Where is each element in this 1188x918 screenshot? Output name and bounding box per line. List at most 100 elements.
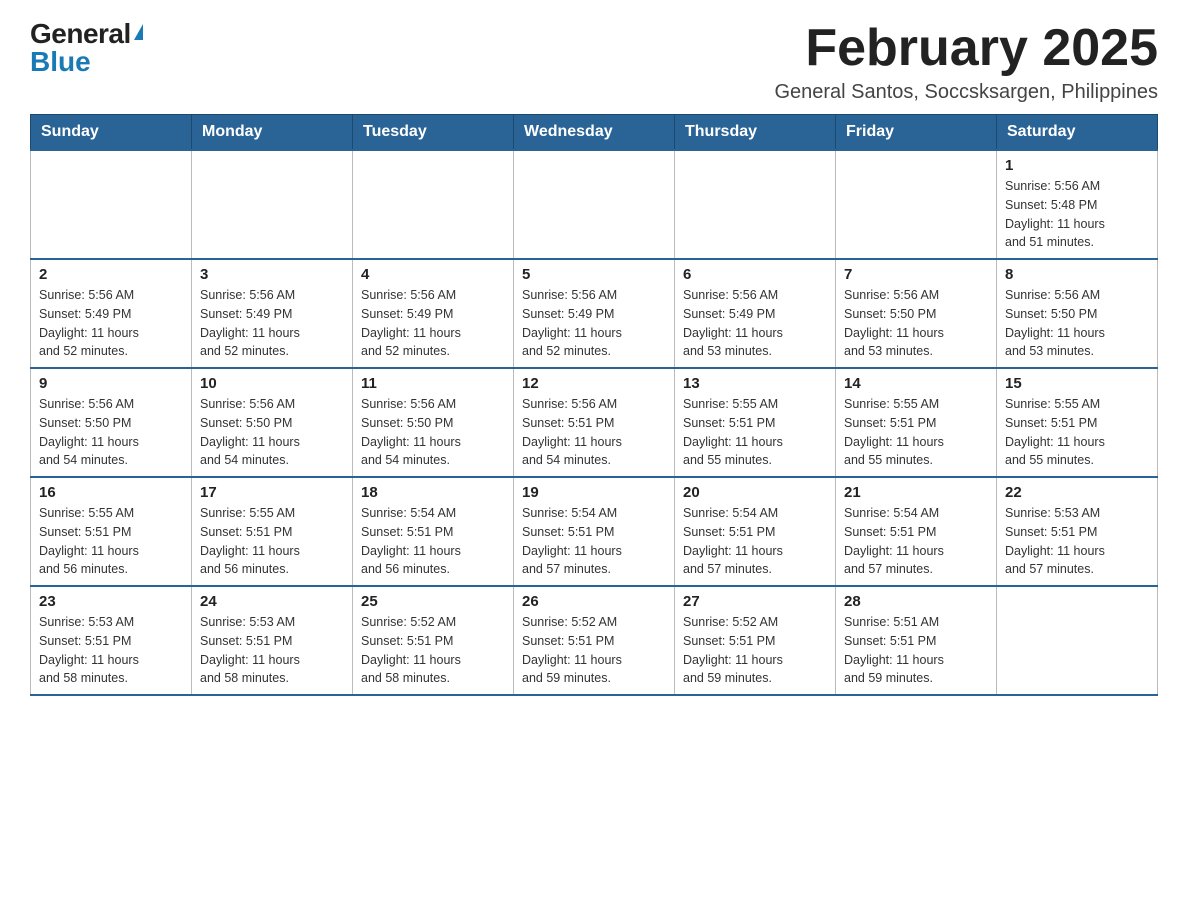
day-number: 20 bbox=[683, 484, 827, 501]
day-info: Sunrise: 5:55 AMSunset: 5:51 PMDaylight:… bbox=[844, 395, 988, 470]
calendar-cell: 12 Sunrise: 5:56 AMSunset: 5:51 PMDayligh… bbox=[514, 368, 675, 477]
day-info: Sunrise: 5:53 AMSunset: 5:51 PMDaylight:… bbox=[1005, 504, 1149, 579]
day-number: 14 bbox=[844, 375, 988, 392]
location-subtitle: General Santos, Soccsksargen, Philippine… bbox=[774, 81, 1158, 104]
day-info: Sunrise: 5:56 AMSunset: 5:50 PMDaylight:… bbox=[1005, 286, 1149, 361]
calendar-cell: 21 Sunrise: 5:54 AMSunset: 5:51 PMDayligh… bbox=[836, 477, 997, 586]
day-number: 23 bbox=[39, 593, 183, 610]
calendar-cell: 26Sunrise: 5:52 AMSunset: 5:51 PMDayligh… bbox=[514, 586, 675, 695]
calendar-header-tuesday: Tuesday bbox=[353, 115, 514, 151]
day-info: Sunrise: 5:52 AMSunset: 5:51 PMDaylight:… bbox=[683, 613, 827, 688]
day-number: 28 bbox=[844, 593, 988, 610]
logo-blue: Blue bbox=[30, 48, 91, 76]
calendar-cell: 11 Sunrise: 5:56 AMSunset: 5:50 PMDayligh… bbox=[353, 368, 514, 477]
day-number: 9 bbox=[39, 375, 183, 392]
calendar-header-friday: Friday bbox=[836, 115, 997, 151]
title-block: February 2025 General Santos, Soccsksarg… bbox=[774, 20, 1158, 104]
day-number: 5 bbox=[522, 266, 666, 283]
day-info: Sunrise: 5:54 AMSunset: 5:51 PMDaylight:… bbox=[683, 504, 827, 579]
calendar-cell: 4 Sunrise: 5:56 AMSunset: 5:49 PMDaylight… bbox=[353, 259, 514, 368]
day-number: 11 bbox=[361, 375, 505, 392]
calendar-week-row: 23 Sunrise: 5:53 AMSunset: 5:51 PMDayligh… bbox=[31, 586, 1158, 695]
day-info: Sunrise: 5:54 AMSunset: 5:51 PMDaylight:… bbox=[361, 504, 505, 579]
calendar-cell: 20 Sunrise: 5:54 AMSunset: 5:51 PMDayligh… bbox=[675, 477, 836, 586]
page-header: General Blue February 2025 General Santo… bbox=[30, 20, 1158, 104]
day-number: 1 bbox=[1005, 157, 1149, 174]
calendar-cell: 27 Sunrise: 5:52 AMSunset: 5:51 PMDayligh… bbox=[675, 586, 836, 695]
day-info: Sunrise: 5:54 AMSunset: 5:51 PMDaylight:… bbox=[522, 504, 666, 579]
calendar-header-sunday: Sunday bbox=[31, 115, 192, 151]
day-number: 6 bbox=[683, 266, 827, 283]
calendar-header-row: SundayMondayTuesdayWednesdayThursdayFrid… bbox=[31, 115, 1158, 151]
day-number: 4 bbox=[361, 266, 505, 283]
day-info: Sunrise: 5:56 AMSunset: 5:49 PMDaylight:… bbox=[522, 286, 666, 361]
day-number: 3 bbox=[200, 266, 344, 283]
day-number: 27 bbox=[683, 593, 827, 610]
calendar-cell: 7Sunrise: 5:56 AMSunset: 5:50 PMDaylight… bbox=[836, 259, 997, 368]
calendar-cell: 10Sunrise: 5:56 AMSunset: 5:50 PMDayligh… bbox=[192, 368, 353, 477]
calendar-cell: 3 Sunrise: 5:56 AMSunset: 5:49 PMDaylight… bbox=[192, 259, 353, 368]
day-info: Sunrise: 5:55 AMSunset: 5:51 PMDaylight:… bbox=[683, 395, 827, 470]
calendar-cell: 9 Sunrise: 5:56 AMSunset: 5:50 PMDaylight… bbox=[31, 368, 192, 477]
day-info: Sunrise: 5:56 AMSunset: 5:51 PMDaylight:… bbox=[522, 395, 666, 470]
day-info: Sunrise: 5:56 AMSunset: 5:48 PMDaylight:… bbox=[1005, 177, 1149, 252]
calendar-cell: 5 Sunrise: 5:56 AMSunset: 5:49 PMDaylight… bbox=[514, 259, 675, 368]
calendar-header-saturday: Saturday bbox=[997, 115, 1158, 151]
day-number: 7 bbox=[844, 266, 988, 283]
calendar-header-wednesday: Wednesday bbox=[514, 115, 675, 151]
day-info: Sunrise: 5:56 AMSunset: 5:50 PMDaylight:… bbox=[39, 395, 183, 470]
logo-general: General bbox=[30, 20, 131, 48]
day-info: Sunrise: 5:56 AMSunset: 5:49 PMDaylight:… bbox=[683, 286, 827, 361]
day-info: Sunrise: 5:55 AMSunset: 5:51 PMDaylight:… bbox=[39, 504, 183, 579]
calendar-cell: 17 Sunrise: 5:55 AMSunset: 5:51 PMDayligh… bbox=[192, 477, 353, 586]
day-number: 18 bbox=[361, 484, 505, 501]
day-number: 12 bbox=[522, 375, 666, 392]
day-info: Sunrise: 5:56 AMSunset: 5:49 PMDaylight:… bbox=[361, 286, 505, 361]
day-info: Sunrise: 5:55 AMSunset: 5:51 PMDaylight:… bbox=[200, 504, 344, 579]
calendar-cell: 8 Sunrise: 5:56 AMSunset: 5:50 PMDaylight… bbox=[997, 259, 1158, 368]
day-info: Sunrise: 5:56 AMSunset: 5:50 PMDaylight:… bbox=[361, 395, 505, 470]
calendar-cell: 18 Sunrise: 5:54 AMSunset: 5:51 PMDayligh… bbox=[353, 477, 514, 586]
day-info: Sunrise: 5:52 AMSunset: 5:51 PMDaylight:… bbox=[361, 613, 505, 688]
calendar-cell: 24 Sunrise: 5:53 AMSunset: 5:51 PMDayligh… bbox=[192, 586, 353, 695]
day-number: 22 bbox=[1005, 484, 1149, 501]
calendar-week-row: 2 Sunrise: 5:56 AMSunset: 5:49 PMDaylight… bbox=[31, 259, 1158, 368]
calendar-cell: 16 Sunrise: 5:55 AMSunset: 5:51 PMDayligh… bbox=[31, 477, 192, 586]
calendar-cell bbox=[31, 150, 192, 259]
calendar-cell: 19 Sunrise: 5:54 AMSunset: 5:51 PMDayligh… bbox=[514, 477, 675, 586]
day-info: Sunrise: 5:56 AMSunset: 5:49 PMDaylight:… bbox=[39, 286, 183, 361]
day-number: 16 bbox=[39, 484, 183, 501]
day-number: 17 bbox=[200, 484, 344, 501]
day-number: 8 bbox=[1005, 266, 1149, 283]
day-info: Sunrise: 5:54 AMSunset: 5:51 PMDaylight:… bbox=[844, 504, 988, 579]
calendar-cell bbox=[514, 150, 675, 259]
calendar-cell: 6 Sunrise: 5:56 AMSunset: 5:49 PMDaylight… bbox=[675, 259, 836, 368]
day-number: 26 bbox=[522, 593, 666, 610]
day-number: 21 bbox=[844, 484, 988, 501]
day-number: 15 bbox=[1005, 375, 1149, 392]
calendar-cell: 2 Sunrise: 5:56 AMSunset: 5:49 PMDaylight… bbox=[31, 259, 192, 368]
day-number: 19 bbox=[522, 484, 666, 501]
month-title: February 2025 bbox=[774, 20, 1158, 77]
calendar-cell: 13Sunrise: 5:55 AMSunset: 5:51 PMDayligh… bbox=[675, 368, 836, 477]
calendar-cell: 22 Sunrise: 5:53 AMSunset: 5:51 PMDayligh… bbox=[997, 477, 1158, 586]
day-info: Sunrise: 5:53 AMSunset: 5:51 PMDaylight:… bbox=[39, 613, 183, 688]
day-info: Sunrise: 5:53 AMSunset: 5:51 PMDaylight:… bbox=[200, 613, 344, 688]
calendar-cell: 14 Sunrise: 5:55 AMSunset: 5:51 PMDayligh… bbox=[836, 368, 997, 477]
calendar-week-row: 9 Sunrise: 5:56 AMSunset: 5:50 PMDaylight… bbox=[31, 368, 1158, 477]
calendar-header-monday: Monday bbox=[192, 115, 353, 151]
day-info: Sunrise: 5:51 AMSunset: 5:51 PMDaylight:… bbox=[844, 613, 988, 688]
day-number: 10 bbox=[200, 375, 344, 392]
day-number: 2 bbox=[39, 266, 183, 283]
calendar-cell: 1 Sunrise: 5:56 AMSunset: 5:48 PMDaylight… bbox=[997, 150, 1158, 259]
day-info: Sunrise: 5:56 AMSunset: 5:49 PMDaylight:… bbox=[200, 286, 344, 361]
logo-triangle-icon bbox=[134, 24, 143, 40]
calendar-week-row: 1 Sunrise: 5:56 AMSunset: 5:48 PMDaylight… bbox=[31, 150, 1158, 259]
calendar-cell bbox=[192, 150, 353, 259]
calendar-cell bbox=[353, 150, 514, 259]
calendar-table: SundayMondayTuesdayWednesdayThursdayFrid… bbox=[30, 114, 1158, 696]
calendar-cell: 15Sunrise: 5:55 AMSunset: 5:51 PMDayligh… bbox=[997, 368, 1158, 477]
calendar-header-thursday: Thursday bbox=[675, 115, 836, 151]
calendar-cell: 23 Sunrise: 5:53 AMSunset: 5:51 PMDayligh… bbox=[31, 586, 192, 695]
day-number: 24 bbox=[200, 593, 344, 610]
